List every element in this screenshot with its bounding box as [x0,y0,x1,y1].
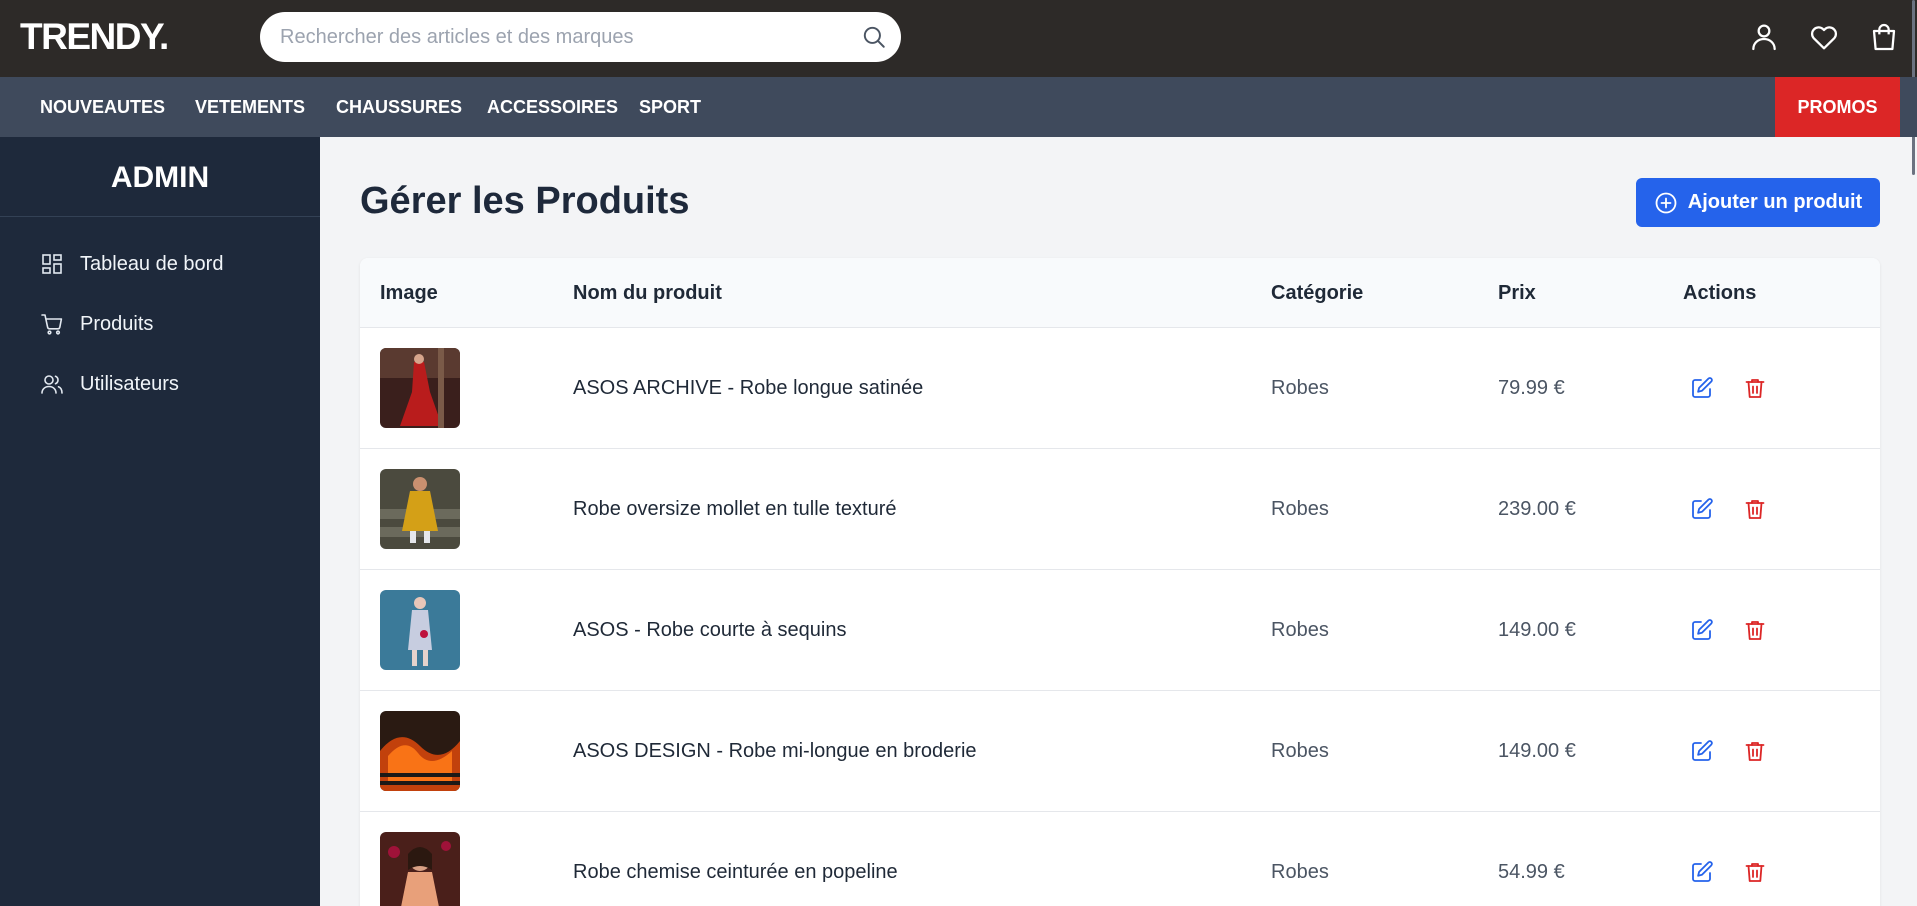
heart-icon[interactable] [1808,21,1840,53]
add-product-button[interactable]: Ajouter un produit [1636,178,1880,227]
search-icon[interactable] [861,24,887,50]
sidebar-item-products[interactable]: Produits [40,304,153,344]
edit-icon[interactable] [1690,618,1714,642]
sidebar-item-label: Tableau de bord [80,252,224,275]
table-row: ASOS - Robe courte à sequins Robes 149.0… [360,570,1880,691]
user-icon[interactable] [1748,21,1780,53]
column-header-price: Prix [1498,282,1536,304]
product-price: 149.00 € [1498,619,1576,641]
users-icon [41,375,63,394]
product-thumbnail [380,469,460,549]
nav-item-chaussures[interactable]: CHAUSSURES [336,77,462,137]
edit-icon[interactable] [1690,376,1714,400]
nav-item-vetements[interactable]: VETEMENTS [195,77,305,137]
table-row: ASOS DESIGN - Robe mi-longue en broderie… [360,691,1880,812]
column-header-name: Nom du produit [573,282,722,304]
sidebar-item-users[interactable]: Utilisateurs [40,364,179,404]
product-category: Robes [1271,861,1329,883]
top-bar: TRENDY. [0,0,1917,77]
sidebar-item-dashboard[interactable]: Tableau de bord [40,244,223,284]
nav-item-accessoires[interactable]: ACCESSOIRES [487,77,618,137]
product-price: 54.99 € [1498,861,1565,883]
product-name: Robe chemise ceinturée en popeline [573,861,898,883]
table-row: Robe oversize mollet en tulle texturé Ro… [360,449,1880,570]
product-thumbnail [380,590,460,670]
trash-icon[interactable] [1743,497,1767,521]
table-row: ASOS ARCHIVE - Robe longue satinée Robes… [360,328,1880,449]
product-thumbnail [380,348,460,428]
cart-icon [41,314,63,335]
sidebar-item-label: Utilisateurs [80,372,179,395]
product-category: Robes [1271,498,1329,520]
table-row: Robe chemise ceinturée en popeline Robes… [360,812,1880,906]
product-category: Robes [1271,619,1329,641]
brand-logo[interactable]: TRENDY. [20,16,169,58]
product-price: 79.99 € [1498,377,1565,399]
nav-item-sport[interactable]: SPORT [639,77,701,137]
trash-icon[interactable] [1743,739,1767,763]
product-thumbnail [380,711,460,791]
product-name: Robe oversize mollet en tulle texturé [573,498,897,520]
products-table: Image Nom du produit Catégorie Prix Acti… [360,258,1880,906]
column-header-image: Image [380,282,438,304]
edit-icon[interactable] [1690,860,1714,884]
table-header: Image Nom du produit Catégorie Prix Acti… [360,258,1880,328]
dashboard-icon [42,254,62,274]
page-title: Gérer les Produits [360,180,690,222]
column-header-actions: Actions [1683,282,1757,304]
plus-circle-icon [1655,192,1677,213]
add-product-label: Ajouter un produit [1687,191,1863,213]
product-name: ASOS ARCHIVE - Robe longue satinée [573,377,924,399]
product-price: 149.00 € [1498,740,1576,762]
edit-icon[interactable] [1690,497,1714,521]
edit-icon[interactable] [1690,739,1714,763]
search-bar [260,12,901,62]
nav-item-nouveautes[interactable]: NOUVEAUTES [40,77,165,137]
promos-button[interactable]: PROMOS [1775,77,1900,137]
product-category: Robes [1271,377,1329,399]
product-name: ASOS DESIGN - Robe mi-longue en broderie [573,740,977,762]
category-nav: NOUVEAUTES VETEMENTS CHAUSSURES ACCESSOI… [0,77,1917,137]
sidebar-item-label: Produits [80,312,154,335]
product-price: 239.00 € [1498,498,1576,520]
trash-icon[interactable] [1743,618,1767,642]
product-thumbnail [380,832,460,906]
column-header-category: Catégorie [1271,282,1364,304]
search-input[interactable] [280,12,840,62]
product-name: ASOS - Robe courte à sequins [573,619,847,641]
sidebar-title: ADMIN [0,137,320,217]
product-category: Robes [1271,740,1329,762]
shopping-bag-icon[interactable] [1868,21,1900,53]
trash-icon[interactable] [1743,860,1767,884]
admin-sidebar: ADMIN Tableau de bord Produits Utilisate… [0,137,320,906]
trash-icon[interactable] [1743,376,1767,400]
